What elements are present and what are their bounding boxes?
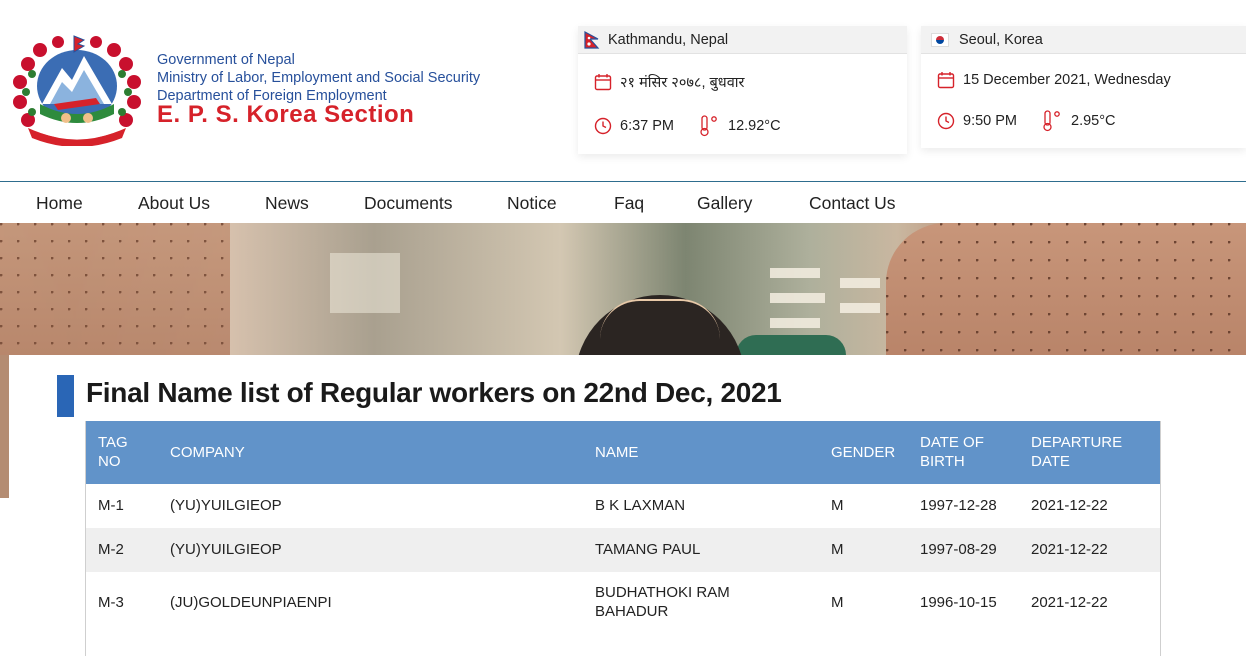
nepal-flag-icon xyxy=(584,30,600,49)
cell-name: TAMANG PAUL xyxy=(595,541,701,558)
korea-date: 15 December 2021, Wednesday xyxy=(963,72,1171,88)
cell-departure: 2021-12-22 xyxy=(1031,497,1108,514)
nepal-temperature: 12.92°C xyxy=(728,118,781,134)
organization-block: Government of Nepal Ministry of Labor, E… xyxy=(157,51,481,127)
nav-news[interactable]: News xyxy=(265,193,309,214)
korea-time: 9:50 PM xyxy=(963,113,1017,129)
workers-table: TAG NO COMPANY NAME GENDER DATE OF BIRTH… xyxy=(85,421,1161,656)
site-header: Government of Nepal Ministry of Labor, E… xyxy=(0,0,1246,182)
nav-documents[interactable]: Documents xyxy=(364,193,453,214)
clock-icon xyxy=(594,117,612,135)
cell-company: (YU)YUILGIEOP xyxy=(170,541,282,558)
nepal-date: २१ मंसिर २०७८, बुधवार xyxy=(620,75,745,91)
site-title[interactable]: E. P. S. Korea Section xyxy=(157,103,480,127)
cell-gender: M xyxy=(831,497,844,514)
banner-panel-left xyxy=(0,223,230,355)
thermometer-icon xyxy=(700,115,717,137)
title-accent-bar xyxy=(57,375,74,417)
banner-shelf-light xyxy=(330,253,400,313)
thermometer-icon xyxy=(1043,110,1060,132)
banner-shelf-light xyxy=(770,268,820,278)
cell-dob: 1997-08-29 xyxy=(920,541,997,558)
main-content: Final Name list of Regular workers on 22… xyxy=(9,355,1246,656)
header-departure-date[interactable]: DEPARTURE DATE xyxy=(1031,433,1131,471)
nepal-city-header: Kathmandu, Nepal xyxy=(578,26,907,54)
banner-shelf-light xyxy=(770,293,825,303)
table-row: M-1 (YU)YUILGIEOP B K LAXMAN M 1997-12-2… xyxy=(86,484,1160,528)
main-navigation: Home About Us News Documents Notice Faq … xyxy=(0,181,1246,223)
cell-company: (JU)GOLDEUNPIAENPI xyxy=(170,594,332,611)
korea-city-name: Seoul, Korea xyxy=(959,31,1043,48)
table-header-row: TAG NO COMPANY NAME GENDER DATE OF BIRTH… xyxy=(86,421,1160,484)
cell-tag: M-3 xyxy=(98,594,124,611)
banner-shelf-light xyxy=(770,318,820,328)
cell-tag: M-2 xyxy=(98,541,124,558)
cell-departure: 2021-12-22 xyxy=(1031,594,1108,611)
clock-icon xyxy=(937,112,955,130)
banner-shelf-light xyxy=(840,278,880,288)
nav-about-us[interactable]: About Us xyxy=(138,193,210,214)
hero-banner-image xyxy=(0,223,1246,355)
cell-name: B K LAXMAN xyxy=(595,497,686,514)
nepal-time-row: 6:37 PM 12.92°C xyxy=(594,115,781,137)
cell-dob: 1996-10-15 xyxy=(920,594,997,611)
nepal-time: 6:37 PM xyxy=(620,118,674,134)
table-row: M-3 (JU)GOLDEUNPIAENPI BUDHATHOKI RAM BA… xyxy=(86,572,1160,636)
korea-city-header: Seoul, Korea xyxy=(921,26,1246,54)
korea-date-row: 15 December 2021, Wednesday xyxy=(937,71,1171,89)
cell-gender: M xyxy=(831,541,844,558)
banner-worker-jacket xyxy=(736,335,846,355)
cell-tag: M-1 xyxy=(98,497,124,514)
page-title: Final Name list of Regular workers on 22… xyxy=(86,377,782,408)
cell-gender: M xyxy=(831,594,844,611)
cell-dob: 1997-12-28 xyxy=(920,497,997,514)
header-gender[interactable]: GENDER xyxy=(831,443,895,462)
cell-company: (YU)YUILGIEOP xyxy=(170,497,282,514)
nav-gallery[interactable]: Gallery xyxy=(697,193,752,214)
banner-edge xyxy=(0,355,9,498)
calendar-icon xyxy=(594,74,612,91)
korea-time-row: 9:50 PM 2.95°C xyxy=(937,110,1116,132)
korea-temperature: 2.95°C xyxy=(1071,113,1116,129)
cell-departure: 2021-12-22 xyxy=(1031,541,1108,558)
banner-shelf-light xyxy=(840,303,880,313)
nav-contact-us[interactable]: Contact Us xyxy=(809,193,896,214)
header-date-of-birth[interactable]: DATE OF BIRTH xyxy=(920,433,1000,471)
cell-name: BUDHATHOKI RAM BAHADUR xyxy=(595,584,730,620)
org-ministry: Ministry of Labor, Employment and Social… xyxy=(157,70,481,86)
header-company[interactable]: COMPANY xyxy=(170,443,245,462)
nepal-clock-card: Kathmandu, Nepal २१ मंसिर २०७८, बुधवार 6… xyxy=(578,26,907,154)
nepal-city-name: Kathmandu, Nepal xyxy=(608,31,729,48)
banner-worker-band xyxy=(600,299,720,339)
org-government: Government of Nepal xyxy=(157,52,295,68)
korea-flag-icon xyxy=(931,32,949,47)
nav-faq[interactable]: Faq xyxy=(614,193,644,214)
table-row: M-2 (YU)YUILGIEOP TAMANG PAUL M 1997-08-… xyxy=(86,528,1160,572)
nepal-emblem-logo[interactable] xyxy=(10,34,144,146)
banner-panel-right xyxy=(886,223,1246,355)
header-tag-no[interactable]: TAG NO xyxy=(98,433,148,471)
korea-clock-card: Seoul, Korea 15 December 2021, Wednesday… xyxy=(921,26,1246,148)
calendar-icon xyxy=(937,72,955,89)
nepal-date-row: २१ मंसिर २०७८, बुधवार xyxy=(594,72,744,92)
header-name[interactable]: NAME xyxy=(595,443,638,462)
nav-home[interactable]: Home xyxy=(36,193,83,214)
nav-notice[interactable]: Notice xyxy=(507,193,557,214)
